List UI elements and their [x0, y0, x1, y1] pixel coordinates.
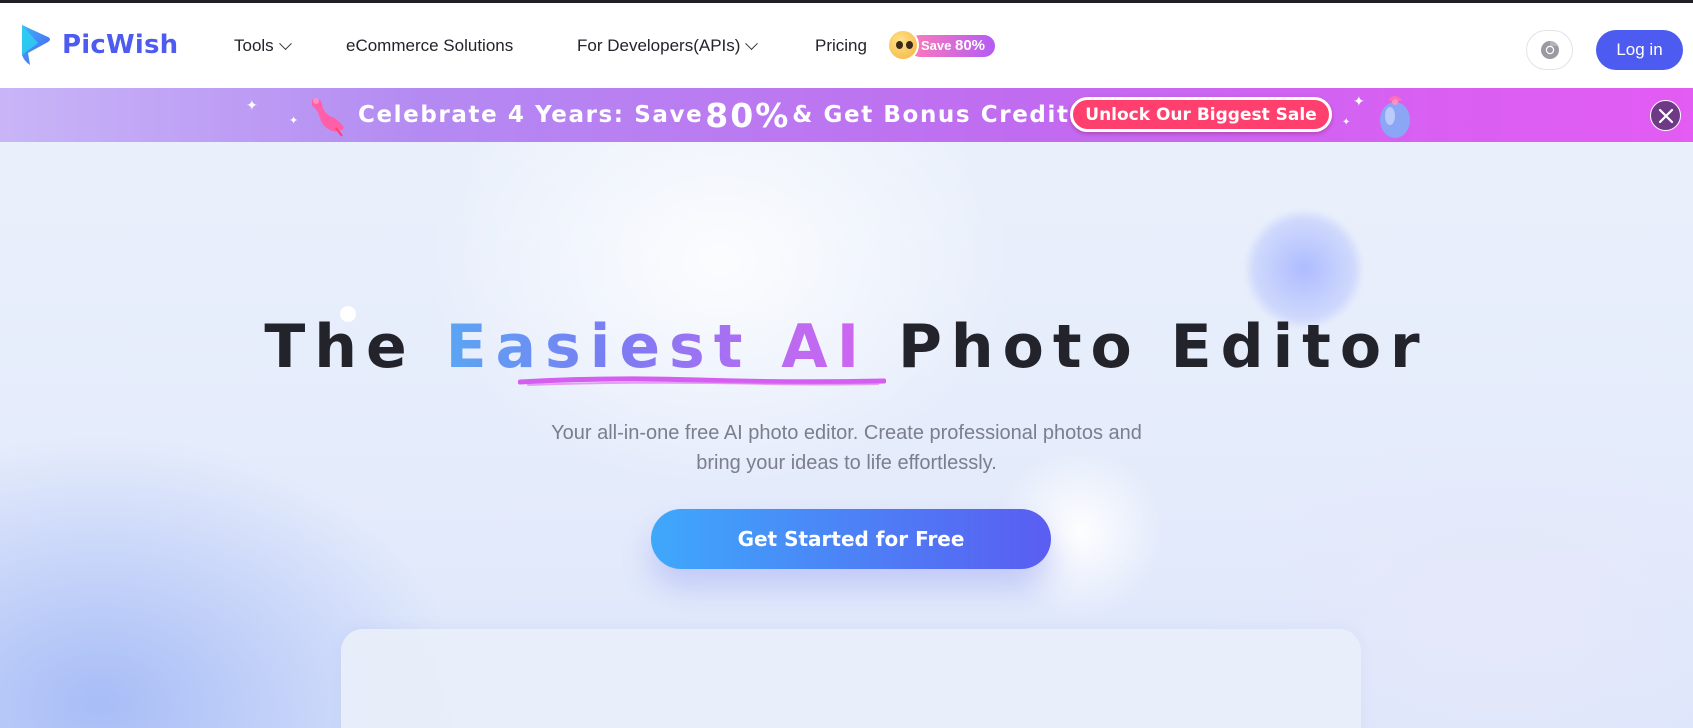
nav-pricing-label: Pricing — [815, 36, 867, 55]
promo-percent: 80% — [705, 95, 791, 135]
save-badge-pill: Save 80% — [909, 35, 996, 57]
hero-subtitle: Your all-in-one free AI photo editor. Cr… — [0, 418, 1693, 478]
chevron-down-icon — [278, 36, 292, 50]
close-icon — [1658, 108, 1673, 123]
editor-preview-card — [341, 629, 1361, 728]
hero-title-part1: The — [264, 312, 416, 382]
hero-subtitle-line1: Your all-in-one free AI photo editor. Cr… — [551, 422, 1142, 444]
nav-ecommerce[interactable]: eCommerce Solutions — [346, 36, 513, 56]
nav-developers-label: For Developers(APIs) — [577, 36, 741, 55]
nav-pricing[interactable]: Pricing — [815, 36, 867, 56]
hero-title-part2: Photo Editor — [897, 312, 1429, 382]
flamingo-icon — [312, 98, 344, 137]
hero-subtitle-line2: bring your ideas to life effortlessly. — [696, 452, 997, 474]
balloon-gift-icon — [1380, 96, 1410, 138]
sparkle-icon: ✦ — [1353, 93, 1365, 109]
sparkle-icon: ✦ — [289, 115, 299, 127]
site-header: PicWish Tools eCommerce Solutions For De… — [0, 3, 1693, 88]
sparkle-icon: ✦ — [1342, 117, 1351, 128]
save-badge-value: 80% — [955, 37, 986, 54]
brand-logo[interactable]: PicWish — [18, 23, 178, 67]
chevron-down-icon — [745, 36, 759, 50]
hero-title: The Easiest AI Photo Editor — [0, 312, 1693, 382]
promo-text-before: Celebrate 4 Years: Save — [358, 102, 704, 128]
decorative-orb — [1245, 210, 1363, 328]
save-badge-prefix: Save — [921, 38, 952, 53]
chrome-icon — [1540, 41, 1559, 59]
promo-text-after: & Get Bonus Credits! — [792, 102, 1097, 128]
hero-title-highlight: Easiest AI — [445, 312, 869, 382]
get-started-button[interactable]: Get Started for Free — [651, 509, 1051, 569]
login-button[interactable]: Log in — [1596, 30, 1683, 70]
promo-headline: Celebrate 4 Years: Save 80% & Get Bonus … — [358, 94, 1097, 136]
promo-banner: ✦ ✦ Celebrate 4 Years: Save 80% & Get Bo… — [0, 88, 1693, 142]
sparkle-icon: ✦ — [246, 97, 258, 113]
nav-tools[interactable]: Tools — [234, 36, 292, 56]
save-badge[interactable]: Save 80% — [885, 25, 996, 67]
nav-tools-label: Tools — [234, 36, 274, 55]
nav-ecommerce-label: eCommerce Solutions — [346, 36, 514, 55]
nav-developers[interactable]: For Developers(APIs) — [577, 36, 759, 56]
brand-name: PicWish — [62, 30, 179, 60]
surprised-emoji-icon — [887, 29, 919, 61]
hero-section: The Easiest AI Photo Editor Your all-in-… — [0, 142, 1693, 728]
highlight-underline-decoration — [518, 376, 886, 386]
unlock-sale-button[interactable]: Unlock Our Biggest Sale — [1070, 97, 1332, 132]
chrome-extension-button[interactable] — [1526, 30, 1573, 70]
picwish-logo-icon — [22, 25, 50, 65]
close-banner-button[interactable] — [1650, 100, 1681, 131]
